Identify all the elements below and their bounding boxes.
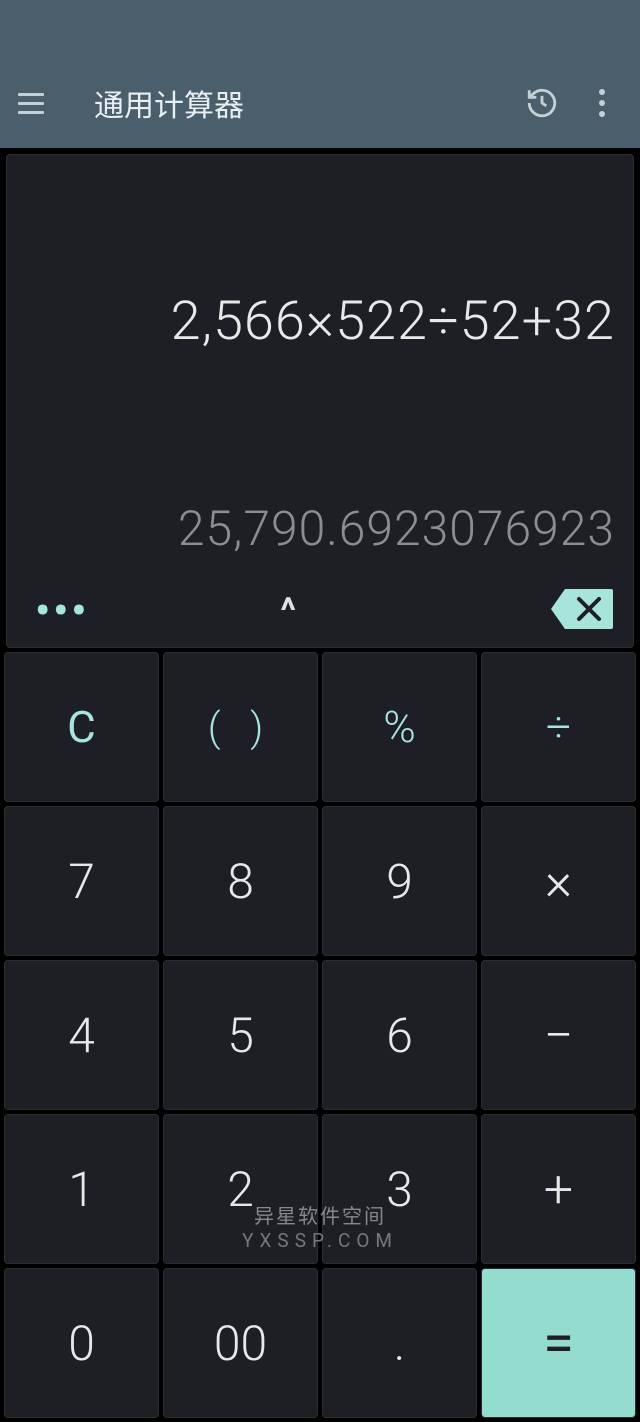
menu-icon[interactable] [18, 85, 54, 121]
key-4[interactable]: 4 [4, 960, 159, 1110]
key-1[interactable]: 1 [4, 1114, 159, 1264]
app-title: 通用计算器 [94, 81, 522, 125]
more-icon[interactable] [582, 83, 622, 123]
clear-button[interactable]: C [4, 652, 159, 802]
backspace-icon[interactable] [547, 585, 615, 637]
key-9[interactable]: 9 [322, 806, 477, 956]
key-6[interactable]: 6 [322, 960, 477, 1110]
key-2[interactable]: 2 [163, 1114, 318, 1264]
keypad: C ( ) % ÷ 7 8 9 × 4 5 6 − 1 2 3 + 0 00 .… [0, 652, 640, 1422]
expression[interactable]: 2,566×522÷52+32 [25, 290, 615, 353]
percent-button[interactable]: % [322, 652, 477, 802]
parentheses-button[interactable]: ( ) [163, 652, 318, 802]
multiply-button[interactable]: × [481, 806, 636, 956]
key-7[interactable]: 7 [4, 806, 159, 956]
key-0[interactable]: 0 [4, 1268, 159, 1418]
key-00[interactable]: 00 [163, 1268, 318, 1418]
plus-button[interactable]: + [481, 1114, 636, 1264]
status-bar [0, 0, 640, 58]
app-bar: 通用计算器 [0, 58, 640, 148]
key-8[interactable]: 8 [163, 806, 318, 956]
display-area: 2,566×522÷52+32 25,790.6923076923 ••• ^ [6, 154, 634, 648]
equals-button[interactable]: = [481, 1268, 636, 1418]
key-5[interactable]: 5 [163, 960, 318, 1110]
history-icon[interactable] [522, 83, 562, 123]
display-actions: ••• ^ [25, 585, 615, 637]
caret-button[interactable]: ^ [29, 590, 547, 632]
divide-button[interactable]: ÷ [481, 652, 636, 802]
result: 25,790.6923076923 [25, 500, 615, 557]
key-3[interactable]: 3 [322, 1114, 477, 1264]
minus-button[interactable]: − [481, 960, 636, 1110]
decimal-button[interactable]: . [322, 1268, 477, 1418]
